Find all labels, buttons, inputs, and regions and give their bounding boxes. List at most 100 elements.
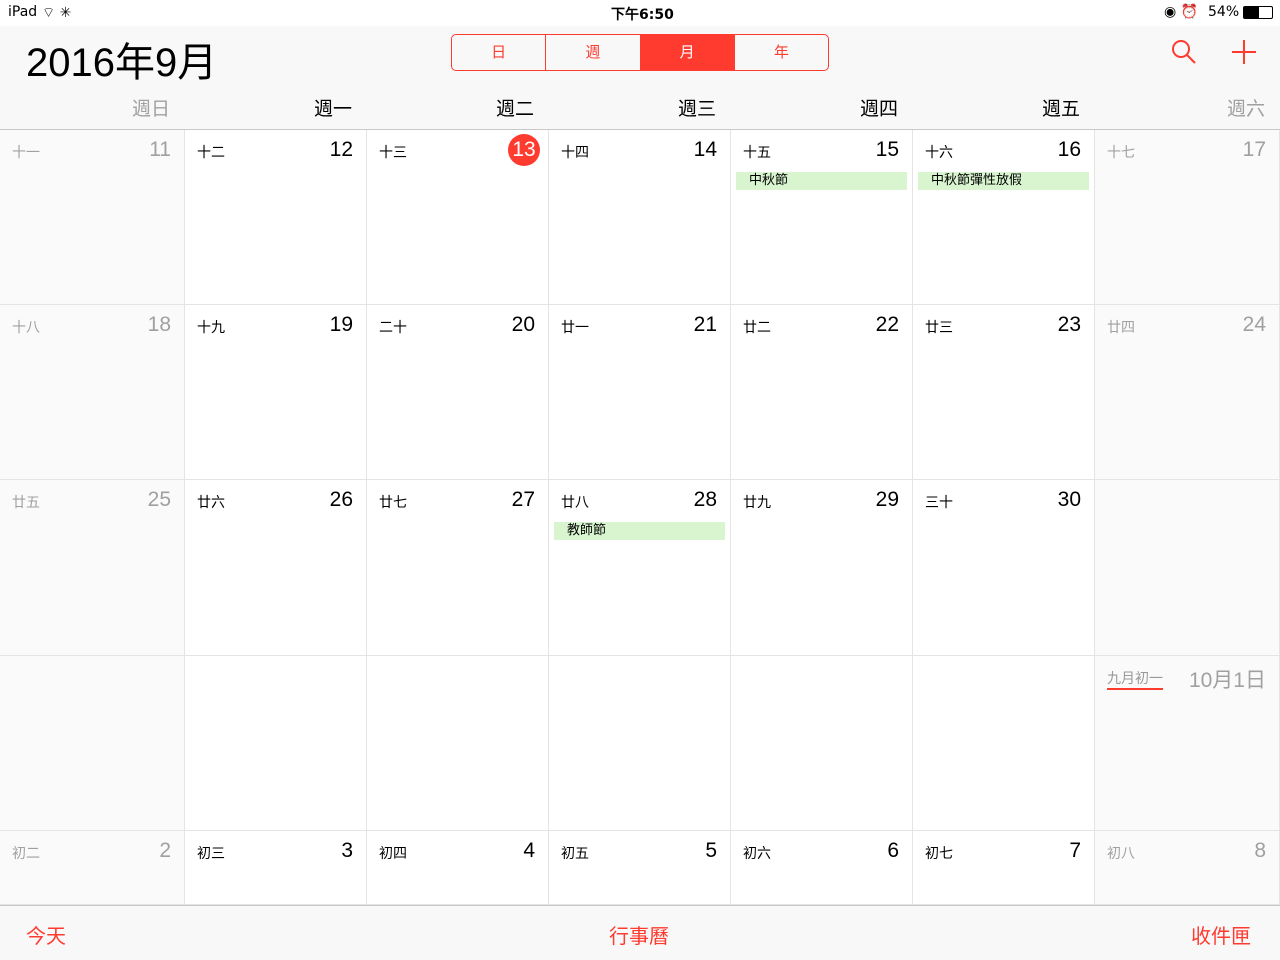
lunar-date: 廿五 (12, 495, 40, 511)
calendar-header: 2016年9月 日週月年 週日 週一 週二 週三 週四 週五 週六 (0, 26, 1280, 130)
day-number: 27 (511, 488, 535, 511)
day-cell[interactable] (549, 656, 731, 831)
today-button[interactable]: 今天 (26, 920, 66, 949)
weekday-header: 週三 (677, 98, 716, 120)
day-cell[interactable]: 十六 16 中秋節彈性放假 (913, 130, 1095, 305)
lunar-date: 初四 (379, 846, 407, 862)
day-number: 7 (1069, 839, 1081, 862)
weekday-header: 週二 (495, 98, 534, 120)
inbox-button[interactable]: 收件匣 (1191, 920, 1251, 949)
event-holiday[interactable]: 中秋節 (736, 172, 907, 190)
lock-rotation-icon: ◉ ⏰ (1164, 4, 1199, 20)
day-cell[interactable]: 二十 20 (367, 305, 549, 480)
view-tab[interactable]: 月 (640, 35, 735, 70)
day-cell[interactable]: 初七 7 (913, 831, 1095, 905)
day-cell[interactable]: 廿三 23 (913, 305, 1095, 480)
lunar-date: 二十 (379, 320, 407, 336)
day-cell[interactable]: 初六 6 (731, 831, 913, 905)
day-number: 11 (149, 138, 171, 161)
day-number: 3 (341, 839, 353, 862)
day-number: 14 (693, 138, 717, 161)
day-cell[interactable]: 十七 17 (1095, 130, 1280, 305)
battery-percent: 54% (1208, 4, 1240, 20)
lunar-date: 初七 (925, 846, 953, 862)
weekday-header: 週六 (1226, 98, 1265, 120)
day-number: 25 (147, 488, 171, 511)
day-cell[interactable]: 九月初一 10月1日 (1095, 656, 1280, 831)
lunar-date: 十一 (12, 145, 40, 161)
day-number: 16 (1057, 138, 1081, 161)
lunar-date: 廿九 (743, 495, 771, 511)
day-number: 4 (523, 839, 535, 862)
day-cell[interactable]: 初三 3 (185, 831, 367, 905)
status-bar: iPad ⌔ ✳ 下午6:50 ◉ ⏰ 54% (0, 0, 1280, 26)
day-number: 6 (887, 839, 899, 862)
lunar-date: 十三 (379, 145, 407, 161)
day-number: 2 (159, 839, 171, 862)
day-cell[interactable] (0, 656, 185, 831)
lunar-date: 廿一 (561, 320, 589, 336)
day-cell[interactable]: 廿九 29 (731, 480, 913, 656)
view-switcher: 日週月年 (451, 34, 829, 71)
day-cell[interactable]: 廿一 21 (549, 305, 731, 480)
view-tab[interactable]: 日 (452, 35, 547, 70)
day-cell[interactable] (185, 656, 367, 831)
day-cell[interactable]: 廿四 24 (1095, 305, 1280, 480)
day-number: 17 (1242, 138, 1266, 161)
day-cell[interactable]: 廿六 26 (185, 480, 367, 656)
day-cell[interactable]: 廿八 28 教師節 (549, 480, 731, 656)
lunar-date: 廿三 (925, 320, 953, 336)
lunar-date: 三十 (925, 495, 953, 511)
day-cell[interactable]: 初八 8 (1095, 831, 1280, 905)
day-cell[interactable]: 十九 19 (185, 305, 367, 480)
day-cell[interactable]: 十四 14 (549, 130, 731, 305)
day-cell[interactable]: 初五 5 (549, 831, 731, 905)
search-icon[interactable] (1171, 39, 1197, 65)
bottom-toolbar: 今天 行事曆 收件匣 (0, 905, 1280, 960)
calendars-button[interactable]: 行事曆 (609, 920, 669, 949)
day-number: 15 (875, 138, 899, 161)
day-number: 19 (329, 313, 353, 336)
view-tab[interactable]: 週 (546, 35, 641, 70)
clock: 下午6:50 (611, 7, 674, 23)
event-holiday[interactable]: 中秋節彈性放假 (918, 172, 1089, 190)
lunar-date: 廿四 (1107, 320, 1135, 336)
day-cell[interactable]: 廿五 25 (0, 480, 185, 656)
wifi-icon: ⌔ ✳ (42, 5, 72, 21)
day-cell[interactable]: 初二 2 (0, 831, 185, 905)
add-event-icon[interactable] (1231, 39, 1257, 65)
event-holiday[interactable]: 教師節 (554, 522, 725, 540)
lunar-date: 十二 (197, 145, 225, 161)
day-cell[interactable]: 十一 11 (0, 130, 185, 305)
day-number: 18 (147, 313, 171, 336)
day-cell[interactable]: 十三 13 (367, 130, 549, 305)
day-cell[interactable]: 廿七 27 (367, 480, 549, 656)
lunar-date: 廿六 (197, 495, 225, 511)
day-cell[interactable]: 廿二 22 (731, 305, 913, 480)
lunar-date: 初六 (743, 846, 771, 862)
view-tab[interactable]: 年 (735, 35, 828, 70)
day-cell[interactable] (367, 656, 549, 831)
day-cell[interactable] (913, 656, 1095, 831)
day-cell[interactable]: 初四 4 (367, 831, 549, 905)
lunar-date: 九月初一 (1107, 668, 1163, 690)
lunar-date: 初三 (197, 846, 225, 862)
day-number: 8 (1254, 839, 1266, 862)
day-number: 26 (329, 488, 353, 511)
day-cell[interactable]: 十二 12 (185, 130, 367, 305)
day-cell[interactable]: 十八 18 (0, 305, 185, 480)
day-number: 29 (875, 488, 899, 511)
day-cell[interactable] (731, 656, 913, 831)
day-cell[interactable]: 三十 30 (913, 480, 1095, 656)
day-number: 23 (1057, 313, 1081, 336)
day-number: 20 (511, 313, 535, 336)
day-number: 28 (693, 488, 717, 511)
lunar-date: 廿八 (561, 495, 589, 511)
lunar-date: 十九 (197, 320, 225, 336)
lunar-date: 初二 (12, 846, 40, 862)
day-cell[interactable]: 十五 15 中秋節 (731, 130, 913, 305)
weekday-header: 週日 (131, 98, 170, 120)
battery-icon (1243, 6, 1273, 19)
day-number: 24 (1242, 313, 1266, 336)
day-cell[interactable] (1095, 480, 1280, 656)
